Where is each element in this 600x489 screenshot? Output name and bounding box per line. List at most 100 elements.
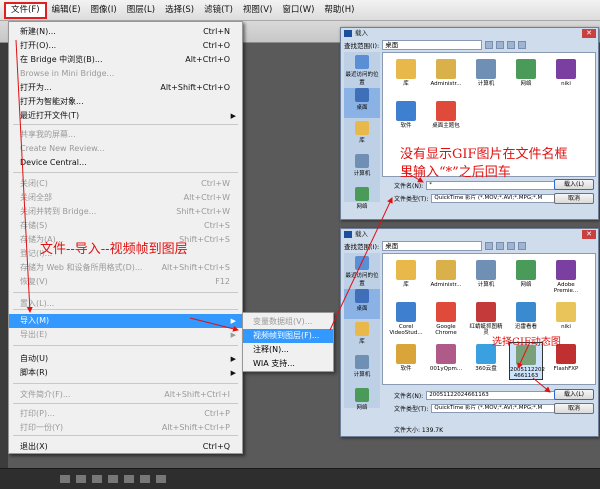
import-submenu-item[interactable]: WIA 支持... — [243, 357, 333, 371]
file-menu-item[interactable]: Device Central... — [9, 156, 242, 170]
new-folder-icon[interactable] — [507, 242, 516, 250]
new-frame-icon[interactable] — [140, 475, 150, 483]
file-menu-item[interactable]: 存储为 Web 和设备所用格式(D)... Alt+Shift+Ctrl+S — [9, 261, 242, 275]
first-frame-icon[interactable] — [60, 475, 70, 483]
file-item[interactable]: 001yQpm... — [429, 342, 463, 380]
menu-2[interactable]: 图像(I) — [86, 2, 122, 19]
import-submenu-item[interactable]: 视频帧到图层(F)... — [243, 329, 333, 343]
file-size: 文件大小: 139.7K — [394, 427, 444, 434]
view-menu-icon[interactable] — [518, 242, 527, 250]
load-button[interactable]: 载入(L) — [554, 389, 594, 400]
cancel-button[interactable]: 取消 — [554, 403, 594, 414]
file-menu-item[interactable]: 脚本(R) ▶ — [9, 366, 242, 380]
place-item[interactable]: 库 — [344, 121, 380, 151]
back-icon[interactable] — [485, 242, 494, 250]
file-menu-item[interactable]: 导入(M) ▶ — [9, 314, 242, 328]
tween-icon[interactable] — [124, 475, 134, 483]
delete-frame-icon[interactable] — [156, 475, 166, 483]
menu-3[interactable]: 图层(L) — [122, 2, 160, 19]
file-item[interactable]: Corel VideoStud... — [389, 300, 423, 338]
file-item[interactable]: 库 — [389, 57, 423, 95]
menu-5[interactable]: 滤镜(T) — [199, 2, 238, 19]
place-item[interactable]: 计算机 — [344, 355, 380, 385]
file-item[interactable]: niki — [549, 57, 583, 95]
file-menu-item[interactable]: 打印(P)... Ctrl+P — [9, 407, 242, 421]
place-item[interactable]: 最近访问的位置 — [344, 55, 380, 86]
file-menu-item[interactable]: 打开(O)... Ctrl+O — [9, 39, 242, 53]
place-item[interactable]: 网络 — [344, 388, 380, 418]
file-item[interactable]: Administr... — [429, 57, 463, 95]
up-folder-icon[interactable] — [496, 41, 505, 49]
file-item[interactable]: 软件 — [389, 342, 423, 380]
place-item[interactable]: 库 — [344, 322, 380, 352]
file-menu-item[interactable]: 存储(S) Ctrl+S — [9, 219, 242, 233]
file-menu-item[interactable]: 打印一份(Y) Alt+Shift+Ctrl+P — [9, 421, 242, 435]
import-submenu-item[interactable]: 注释(N)... — [243, 343, 333, 357]
place-label: 库 — [359, 339, 365, 345]
file-item[interactable]: 软件 — [389, 99, 423, 137]
file-menu-item[interactable]: 最近打开文件(T) ▶ — [9, 109, 242, 123]
file-menu-item[interactable]: 恢复(V) F12 — [9, 275, 242, 289]
file-menu-item[interactable]: 退出(X) Ctrl+Q — [9, 440, 242, 454]
menu-6[interactable]: 视图(V) — [238, 2, 277, 19]
place-item[interactable]: 计算机 — [344, 154, 380, 184]
back-icon[interactable] — [485, 41, 494, 49]
menu-4[interactable]: 选择(S) — [160, 2, 199, 19]
file-item[interactable]: 桌面主题包 — [429, 99, 463, 137]
file-item[interactable]: Google Chrome — [429, 300, 463, 338]
look-in-select[interactable]: 桌面 — [382, 40, 483, 50]
up-folder-icon[interactable] — [496, 242, 505, 250]
file-menu-item[interactable]: Browse in Mini Bridge... — [9, 67, 242, 81]
place-item[interactable]: 网络 — [344, 187, 380, 217]
place-label: 网络 — [356, 204, 368, 210]
play-icon[interactable] — [92, 475, 102, 483]
filetype-select[interactable]: QuickTime 影片 (*.MOV;*.AVI;*.MPG;*.M — [431, 403, 572, 413]
filetype-select[interactable]: QuickTime 影片 (*.MOV;*.AVI;*.MPG;*.M — [431, 193, 572, 203]
file-menu-item[interactable]: 在 Bridge 中浏览(B)... Alt+Ctrl+O — [9, 53, 242, 67]
file-menu-item[interactable]: 共享我的屏幕... — [9, 128, 242, 142]
prev-frame-icon[interactable] — [76, 475, 86, 483]
file-menu-item[interactable]: 导出(E) ▶ — [9, 328, 242, 342]
file-menu-item[interactable]: 打开为... Alt+Shift+Ctrl+O — [9, 81, 242, 95]
file-item[interactable]: 库 — [389, 258, 423, 296]
next-frame-icon[interactable] — [108, 475, 118, 483]
menu-7[interactable]: 窗口(W) — [277, 2, 319, 19]
annotation-path: 文件--导入--视频帧到图层 — [40, 242, 188, 257]
file-item[interactable]: 计算机 — [469, 57, 503, 95]
place-item[interactable]: 桌面 — [344, 289, 380, 319]
menu-item-label: 打印(P)... — [20, 409, 55, 418]
file-menu-item[interactable]: Create New Review... — [9, 142, 242, 156]
menu-item-shortcut — [230, 95, 242, 109]
file-menu-item[interactable]: 自动(U) ▶ — [9, 352, 242, 366]
close-icon[interactable]: ✕ — [582, 29, 596, 38]
import-submenu-item[interactable]: 变量数据组(V)... — [243, 315, 333, 329]
file-item[interactable]: 计算机 — [469, 258, 503, 296]
file-item[interactable]: 网络 — [509, 57, 543, 95]
file-menu-item[interactable]: 关闭全部 Alt+Ctrl+W — [9, 191, 242, 205]
menu-1[interactable]: 编辑(E) — [47, 2, 86, 19]
menu-8[interactable]: 帮助(H) — [319, 2, 359, 19]
place-item[interactable]: 最近访问的位置 — [344, 256, 380, 287]
filename-input[interactable]: 20051122024661163 — [426, 390, 567, 400]
menu-item-label: 导入(M) — [20, 316, 50, 325]
file-menu-item[interactable]: 打开为智能对象... — [9, 95, 242, 109]
file-item[interactable]: Administr... — [429, 258, 463, 296]
file-item[interactable]: Adobe Premie... — [549, 258, 583, 296]
place-label: 网络 — [356, 405, 368, 411]
file-label: FlashFXP — [553, 366, 579, 372]
file-label: 计算机 — [477, 282, 495, 288]
file-item[interactable]: 网络 — [509, 258, 543, 296]
file-menu-item[interactable]: 关闭(C) Ctrl+W — [9, 177, 242, 191]
file-menu-item[interactable]: 关闭并转到 Bridge... Shift+Ctrl+W — [9, 205, 242, 219]
menu-item-label: 在 Bridge 中浏览(B)... — [20, 55, 103, 64]
place-item[interactable]: 桌面 — [344, 88, 380, 118]
file-menu-item[interactable]: 新建(N)... Ctrl+N — [9, 25, 242, 39]
close-icon[interactable]: ✕ — [582, 230, 596, 239]
new-folder-icon[interactable] — [507, 41, 516, 49]
menu-0[interactable]: 文件(F) — [4, 1, 47, 19]
look-in-select[interactable]: 桌面 — [382, 241, 483, 251]
submenu-arrow-icon: ▶ — [230, 331, 236, 339]
view-menu-icon[interactable] — [518, 41, 527, 49]
cancel-button[interactable]: 取消 — [554, 193, 594, 204]
file-menu-item[interactable]: 文件简介(F)... Alt+Shift+Ctrl+I — [9, 388, 242, 402]
